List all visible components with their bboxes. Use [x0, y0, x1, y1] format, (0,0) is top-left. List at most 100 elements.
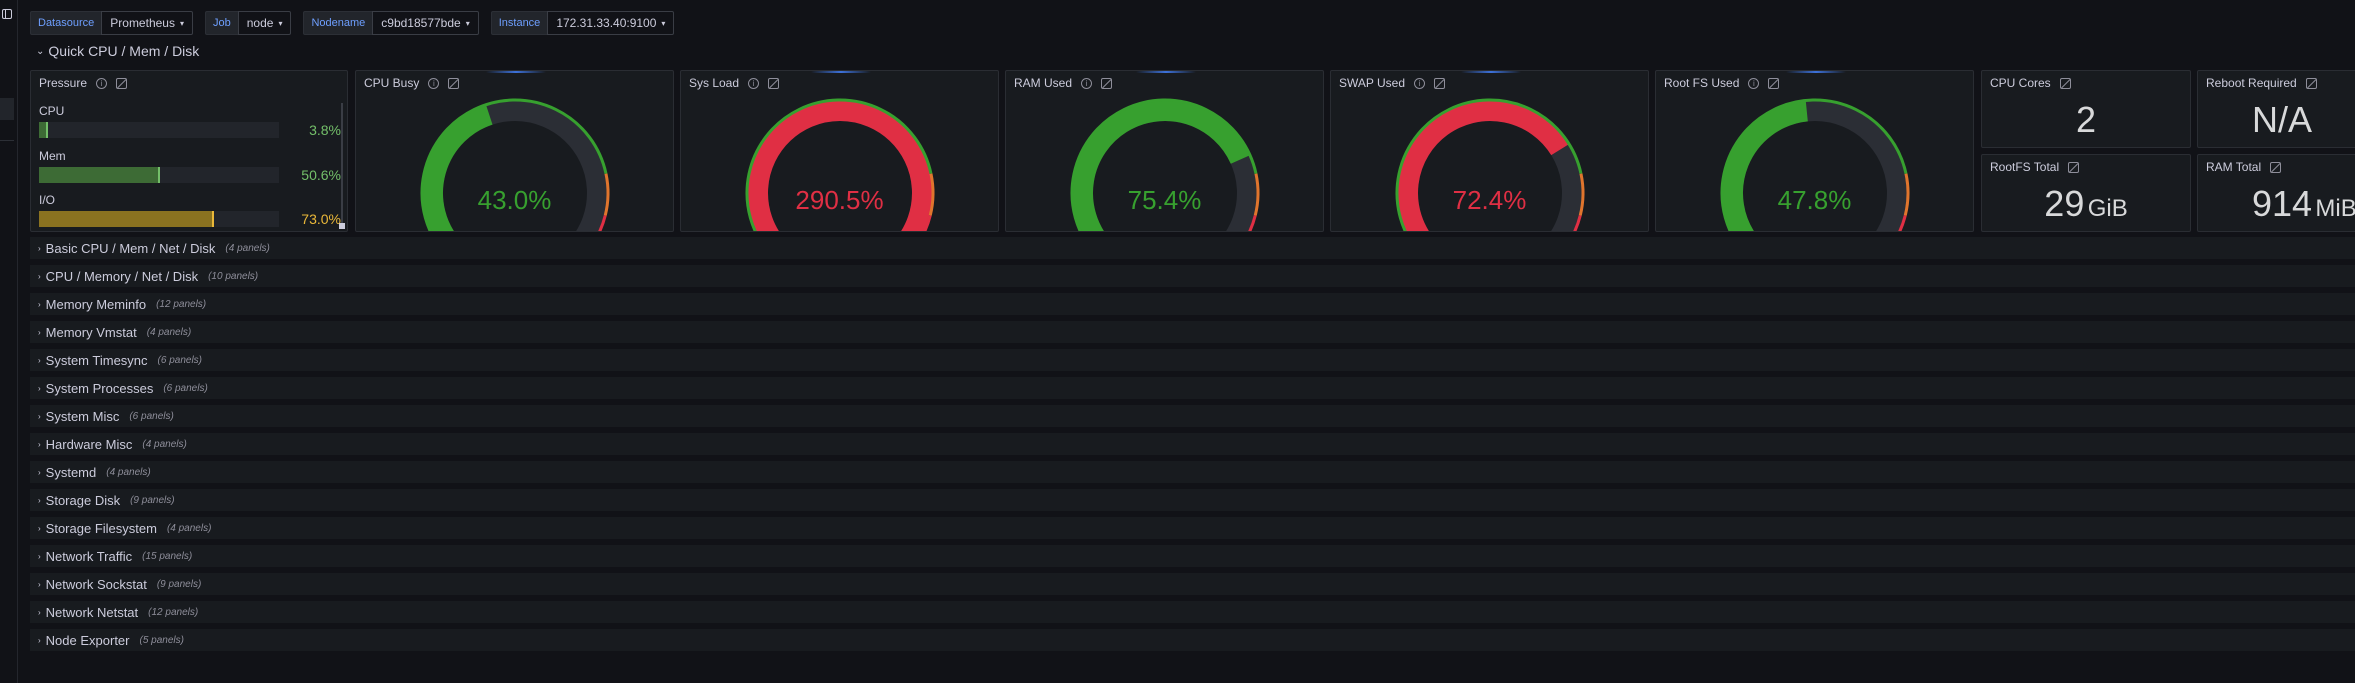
- scrollbar[interactable]: [341, 103, 343, 225]
- panel-header[interactable]: Sys Load i: [681, 71, 998, 95]
- reboot-required-panel[interactable]: Reboot Required N/A: [2197, 70, 2355, 148]
- row-panel-count: (5 panels): [139, 634, 184, 646]
- pressure-panel[interactable]: Pressure i CPU 3.8% Mem 50.6% I/O 73.0%: [30, 70, 348, 232]
- info-icon[interactable]: i: [1748, 77, 1760, 89]
- panel-header[interactable]: Root FS Used i: [1656, 71, 1973, 95]
- row-memory-meminfo[interactable]: › Memory Meminfo (12 panels): [30, 293, 2355, 315]
- bar-track: [39, 167, 279, 183]
- panel-title: RAM Used: [1014, 76, 1073, 90]
- panel-title: CPU Cores: [1990, 76, 2051, 90]
- variable-label: Job: [204, 11, 238, 35]
- bar-track: [39, 122, 279, 138]
- row-storage-filesystem[interactable]: › Storage Filesystem (4 panels): [30, 517, 2355, 539]
- stat-unit: GiB: [2087, 195, 2128, 222]
- row-hardware-misc[interactable]: › Hardware Misc (4 panels): [30, 433, 2355, 455]
- panel-title: RootFS Total: [1990, 160, 2060, 174]
- nodename-select[interactable]: c9bd18577bde ▾: [372, 11, 479, 35]
- variable-value: Prometheus: [110, 16, 175, 30]
- row-network-traffic[interactable]: › Network Traffic (15 panels): [30, 545, 2355, 567]
- panel-header[interactable]: RootFS Total: [1982, 155, 2190, 179]
- row-storage-disk[interactable]: › Storage Disk (9 panels): [30, 489, 2355, 511]
- datasource-select[interactable]: Prometheus ▾: [101, 11, 193, 35]
- variable-instance: Instance 172.31.33.40:9100 ▾: [490, 11, 675, 35]
- chevron-right-icon: ›: [38, 523, 41, 533]
- gauge-value: 290.5%: [795, 185, 884, 215]
- dock-menu-icon[interactable]: [2, 9, 12, 19]
- bar-fill: [39, 211, 215, 227]
- external-link-icon[interactable]: [768, 77, 780, 89]
- chevron-down-icon: ▾: [179, 18, 184, 28]
- panel-header[interactable]: CPU Busy i: [356, 71, 673, 95]
- panel-header[interactable]: Reboot Required: [2198, 71, 2355, 95]
- row-title: Network Sockstat: [45, 576, 147, 592]
- row-panel-count: (12 panels): [156, 298, 207, 310]
- chevron-down-icon: ▾: [465, 18, 470, 28]
- instance-select[interactable]: 172.31.33.40:9100 ▾: [547, 11, 675, 35]
- external-link-icon[interactable]: [2068, 161, 2080, 173]
- row-system-timesync[interactable]: › System Timesync (6 panels): [30, 349, 2355, 371]
- row-system-misc[interactable]: › System Misc (6 panels): [30, 405, 2355, 427]
- chevron-right-icon: ›: [38, 383, 41, 393]
- external-link-icon[interactable]: [1101, 77, 1113, 89]
- row-title: Hardware Misc: [45, 436, 133, 452]
- info-icon[interactable]: i: [748, 77, 760, 89]
- row-basic-cpu-mem-net-disk[interactable]: › Basic CPU / Mem / Net / Disk (4 panels): [30, 237, 2355, 259]
- variable-label: Datasource: [30, 11, 102, 35]
- panel-header[interactable]: RAM Total: [2198, 155, 2355, 179]
- external-link-icon[interactable]: [448, 77, 460, 89]
- row-title: Node Exporter: [45, 632, 130, 648]
- row-network-netstat[interactable]: › Network Netstat (12 panels): [30, 601, 2355, 623]
- stat-value: 2: [1982, 99, 2190, 141]
- row-title: Storage Disk: [45, 492, 121, 508]
- cpu-busy-panel[interactable]: CPU Busy i 43.0%: [355, 70, 674, 232]
- variable-nodename: Nodename c9bd18577bde ▾: [303, 11, 479, 35]
- chevron-right-icon: ›: [38, 579, 41, 589]
- variable-value: c9bd18577bde: [381, 16, 461, 30]
- variable-label: Nodename: [303, 11, 373, 35]
- bar-label: Mem: [39, 149, 66, 163]
- nav-selected-item[interactable]: [0, 98, 14, 120]
- external-link-icon[interactable]: [2059, 77, 2071, 89]
- row-systemd[interactable]: › Systemd (4 panels): [30, 461, 2355, 483]
- resize-handle[interactable]: [339, 223, 345, 229]
- ram-used-panel[interactable]: RAM Used i 75.4%: [1005, 70, 1324, 232]
- row-memory-vmstat[interactable]: › Memory Vmstat (4 panels): [30, 321, 2355, 343]
- rootfs-total-panel[interactable]: RootFS Total 29 GiB: [1981, 154, 2191, 232]
- panel-header[interactable]: Pressure i: [31, 71, 347, 95]
- row-network-sockstat[interactable]: › Network Sockstat (9 panels): [30, 573, 2355, 595]
- stat-number: 29: [2044, 183, 2085, 224]
- row-title: CPU / Memory / Net / Disk: [45, 268, 199, 284]
- row-title: Network Netstat: [45, 604, 139, 620]
- panel-header[interactable]: RAM Used i: [1006, 71, 1323, 95]
- chevron-right-icon: ›: [38, 327, 41, 337]
- external-link-icon[interactable]: [116, 77, 128, 89]
- row-cpu-memory-net-disk[interactable]: › CPU / Memory / Net / Disk (10 panels): [30, 265, 2355, 287]
- panel-header[interactable]: SWAP Used i: [1331, 71, 1648, 95]
- cpu-cores-panel[interactable]: CPU Cores 2: [1981, 70, 2191, 148]
- row-node-exporter[interactable]: › Node Exporter (5 panels): [30, 629, 2355, 651]
- chevron-down-icon: ▾: [278, 18, 283, 28]
- row-quick-cpu-mem-disk[interactable]: ⌄ Quick CPU / Mem / Disk: [36, 43, 199, 59]
- sys-load-panel[interactable]: Sys Load i 290.5%: [680, 70, 999, 232]
- info-icon[interactable]: i: [1414, 77, 1426, 89]
- ram-total-panel[interactable]: RAM Total 914 MiB: [2197, 154, 2355, 232]
- external-link-icon[interactable]: [2270, 161, 2282, 173]
- external-link-icon[interactable]: [1768, 77, 1780, 89]
- info-icon[interactable]: i: [96, 77, 108, 89]
- variables-bar: Datasource Prometheus ▾ Job node ▾ Nodenam…: [30, 11, 686, 35]
- row-system-processes[interactable]: › System Processes (6 panels): [30, 377, 2355, 399]
- external-link-icon[interactable]: [1434, 77, 1446, 89]
- gauge-value: 43.0%: [477, 185, 552, 215]
- panel-title: RAM Total: [2206, 160, 2262, 174]
- panel-header[interactable]: CPU Cores: [1982, 71, 2190, 95]
- root-fs-used-panel[interactable]: Root FS Used i 47.8%: [1655, 70, 1974, 232]
- info-icon[interactable]: i: [428, 77, 440, 89]
- swap-used-panel[interactable]: SWAP Used i 72.4%: [1330, 70, 1649, 232]
- info-icon[interactable]: i: [1081, 77, 1093, 89]
- chevron-down-icon: ⌄: [36, 45, 45, 57]
- panel-title: SWAP Used: [1339, 76, 1406, 90]
- panel-title: Sys Load: [689, 76, 740, 90]
- job-select[interactable]: node ▾: [237, 11, 292, 35]
- external-link-icon[interactable]: [2305, 77, 2317, 89]
- row-panel-count: (4 panels): [146, 326, 192, 338]
